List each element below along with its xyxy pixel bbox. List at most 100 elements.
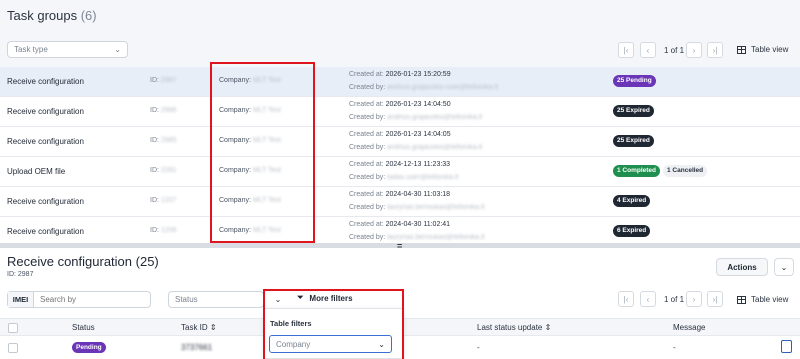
status-select[interactable]: Status	[168, 291, 264, 308]
imei-search-field[interactable]: IMEI	[7, 291, 151, 308]
row-checkbox[interactable]	[8, 343, 18, 353]
table-view-label: Table view	[751, 295, 789, 304]
next-page-button-detail[interactable]: ›	[686, 291, 702, 307]
task-name: Receive configuration	[7, 107, 84, 116]
created-at-value: 2024-12-13 11:23:33	[385, 161, 451, 168]
column-task-id-label: Task ID	[181, 323, 208, 332]
created-at: Created at: 2024-04-30 11:03:18	[349, 191, 450, 198]
table-view-label: Table view	[751, 45, 789, 54]
created-by-value: tadas.user@teltonika.lt	[387, 174, 459, 181]
task-id-value: 2985	[160, 137, 177, 144]
task-group-row[interactable]: Receive configuration ID: 2985 Company: …	[0, 127, 800, 157]
highlight-company-column	[210, 62, 315, 243]
status-placeholder: Status	[175, 295, 198, 304]
task-name: Receive configuration	[7, 137, 84, 146]
created-by: Created by: andrius.grajauskis@teltonika…	[349, 114, 482, 121]
task-id: ID: 1207	[150, 197, 176, 204]
chevron-left-icon: ‹	[646, 45, 650, 55]
created-at-value: 2024-04-30 11:02:41	[385, 221, 451, 228]
created-at: Created at: 2026-01-23 15:20:59	[349, 71, 451, 78]
sort-icon: ⇕	[544, 323, 552, 332]
first-page-button[interactable]: |‹	[618, 42, 634, 58]
created-at-label: Created at:	[349, 221, 384, 228]
created-by-value: laurynas.berniukas@teltonika.lt	[387, 204, 485, 211]
search-input[interactable]	[34, 295, 134, 304]
created-by-label: Created by:	[349, 114, 386, 121]
task-id: ID: 2985	[150, 137, 176, 144]
status-badge: 1 Completed	[613, 165, 661, 177]
prev-page-button-detail[interactable]: ‹	[640, 291, 656, 307]
pager-text-detail: 1 of 1	[664, 295, 685, 304]
created-by: Created by: laurynas.berniukas@teltonika…	[349, 204, 485, 211]
detail-id: ID: 2987	[7, 271, 34, 278]
created-by-label: Created by:	[349, 144, 386, 151]
column-last-update-label: Last status update	[477, 323, 543, 332]
created-by-value: andrius.grajauskis@teltonika.lt	[387, 144, 483, 151]
status-badges: 4 Expired	[613, 195, 651, 207]
created-by-label: Created by:	[349, 204, 386, 211]
select-all-checkbox[interactable]	[8, 323, 18, 333]
chevron-right-icon: ›	[692, 45, 696, 55]
actions-label: Actions	[727, 262, 757, 272]
file-icon[interactable]	[781, 340, 792, 353]
prev-page-button[interactable]: ‹	[640, 42, 656, 58]
first-page-button-detail[interactable]: |‹	[618, 291, 634, 307]
created-by: Created by: andrius.grajauskis-user@telt…	[349, 84, 498, 91]
task-group-row[interactable]: Receive configuration ID: 2986 Company: …	[0, 97, 800, 127]
resize-handle-icon[interactable]: =	[397, 241, 402, 251]
created-at-label: Created at:	[349, 161, 384, 168]
column-message[interactable]: Message	[673, 323, 705, 332]
task-name: Receive configuration	[7, 197, 84, 206]
task-id-value: 2986	[160, 107, 177, 114]
created-by: Created by: andrius.grajauskis@teltonika…	[349, 144, 482, 151]
table-view-button-detail[interactable]: Table view	[737, 295, 788, 304]
first-page-icon: |‹	[623, 45, 629, 55]
status-badges: 1 Completed 1 Cancelled	[613, 165, 708, 177]
status-badge: 25 Pending	[613, 75, 656, 87]
column-status[interactable]: Status	[72, 323, 95, 332]
sort-icon: ⇕	[209, 323, 217, 332]
created-at-label: Created at:	[349, 191, 384, 198]
task-id: ID: 2987	[150, 77, 176, 84]
created-at-label: Created at:	[349, 101, 384, 108]
actions-dropdown-button[interactable]: ⌄	[774, 258, 794, 276]
created-by-label: Created by:	[349, 234, 386, 241]
page-title: Task groups (6)	[7, 8, 97, 23]
last-page-button-detail[interactable]: ›|	[707, 291, 723, 307]
task-group-row[interactable]: Receive configuration ID: 1207 Company: …	[0, 187, 800, 217]
status-badges: 25 Pending	[613, 75, 656, 87]
last-page-button[interactable]: ›|	[707, 42, 723, 58]
created-at-label: Created at:	[349, 131, 384, 138]
created-at-value: 2026-01-23 14:04:05	[385, 131, 451, 138]
task-id-value: 2987	[160, 77, 177, 84]
status-badge: 4 Expired	[613, 195, 651, 207]
page-title-text: Task groups	[7, 8, 78, 23]
task-name: Upload OEM file	[7, 167, 66, 176]
task-id: ID: 2281	[150, 167, 176, 174]
status-badges: 25 Expired	[613, 135, 654, 147]
message-cell: -	[673, 343, 676, 352]
task-id-label: ID:	[150, 167, 159, 174]
created-at-label: Created at:	[349, 71, 384, 78]
table-icon	[737, 45, 746, 54]
created-by-label: Created by:	[349, 84, 386, 91]
column-task-id[interactable]: Task ID ⇕	[181, 323, 217, 332]
task-type-placeholder: Task type	[14, 45, 48, 54]
actions-button[interactable]: Actions	[716, 258, 768, 276]
last-update-cell: -	[477, 343, 480, 352]
last-page-icon: ›|	[712, 45, 718, 55]
created-at: Created at: 2026-01-23 14:04:50	[349, 101, 451, 108]
task-group-row[interactable]: Upload OEM file ID: 2281 Company: MLT Te…	[0, 157, 800, 187]
task-id-cell: 3737661	[181, 343, 213, 352]
column-last-status-update[interactable]: Last status update ⇕	[477, 323, 551, 332]
task-group-row[interactable]: Receive configuration ID: 2987 Company: …	[0, 67, 800, 97]
detail-title: Receive configuration (25)	[7, 254, 159, 269]
status-badges: 25 Expired	[613, 105, 654, 117]
created-at: Created at: 2024-04-30 11:02:41	[349, 221, 450, 228]
created-by-value: laurynas.berniukas@teltonika.lt	[387, 234, 485, 241]
next-page-button[interactable]: ›	[686, 42, 702, 58]
status-badge: 25 Expired	[613, 105, 654, 117]
task-type-select[interactable]: Task type ⌄	[7, 41, 128, 58]
created-at: Created at: 2024-12-13 11:23:33	[349, 161, 450, 168]
table-view-button[interactable]: Table view	[737, 45, 788, 54]
